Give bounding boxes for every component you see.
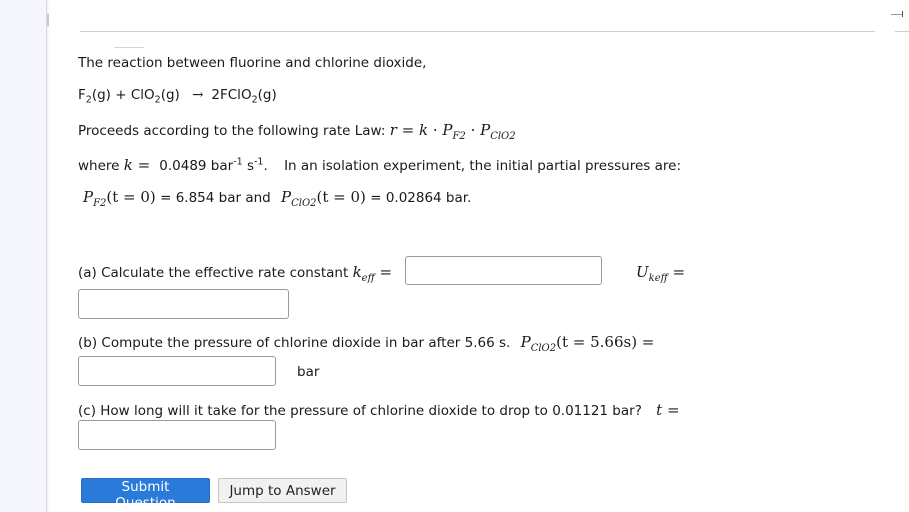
math-p: P <box>520 333 531 351</box>
left-gutter-panel <box>0 0 47 512</box>
rate-constant-line: where k = 0.0489 bar-1 s-1. In an isolat… <box>78 156 681 174</box>
math-k: k <box>418 121 429 139</box>
reactant-f2: F <box>78 87 86 103</box>
corner-marker-tick <box>902 11 903 17</box>
submit-question-button[interactable]: Submit Question <box>81 478 210 511</box>
state: (g) <box>160 87 180 103</box>
k-symbol: k <box>123 156 133 174</box>
rate-law-formula: r = k · PF2 · PClO2 <box>389 121 516 142</box>
pclo2-input[interactable] <box>78 356 276 386</box>
pf2-value: = 6.854 bar and <box>155 190 271 206</box>
panel-resize-handle[interactable] <box>47 14 49 26</box>
math-eq: = <box>396 121 419 139</box>
math-k: k <box>352 263 362 281</box>
isolation-text: In an isolation experiment, the initial … <box>284 158 681 174</box>
math-sub: ClO2 <box>530 343 557 354</box>
top-divider <box>80 31 875 32</box>
reactant-clo2: ClO <box>130 87 155 103</box>
state: (g) <box>91 87 111 103</box>
unit-s: s <box>242 158 254 174</box>
part-a-prompt: (a) Calculate the effective rate constan… <box>78 263 392 284</box>
math-r: r <box>389 121 397 139</box>
small-divider <box>114 47 144 48</box>
pf2-symbol: PF2(t = 0) <box>83 188 156 209</box>
rate-law-line: Proceeds according to the following rate… <box>78 121 516 142</box>
initial-pressures-line: PF2(t = 0) = 6.854 bar and PClO2(t = 0) … <box>83 188 471 209</box>
math-sub: ClO2 <box>490 131 516 142</box>
product-fclo2: 2FClO <box>211 87 252 103</box>
math-sub: eff <box>361 273 375 284</box>
ukeff-input[interactable] <box>78 289 289 319</box>
reaction-equation: F2(g) + ClO2(g) → 2FClO2(g) <box>78 87 277 106</box>
keff-input[interactable] <box>405 256 602 285</box>
ukeff-label: Ukeff = <box>636 263 685 284</box>
reaction-arrow-icon: → <box>192 87 204 103</box>
math-arg: (t = 0) <box>106 188 156 206</box>
math-sub: ClO2 <box>291 198 317 209</box>
state: (g) <box>257 87 277 103</box>
jump-to-answer-button[interactable]: Jump to Answer <box>218 478 347 503</box>
math-u: U <box>636 263 649 281</box>
math-eq: = <box>374 263 393 281</box>
where-text: where <box>78 158 120 174</box>
rate-law-text: Proceeds according to the following rate… <box>78 123 386 139</box>
part-c-text: (c) How long will it take for the pressu… <box>78 403 642 419</box>
math-p: P <box>281 188 292 206</box>
math-sub: F2 <box>452 131 466 142</box>
math-arg: (t = 0) <box>316 188 366 206</box>
math-p: P <box>442 121 453 139</box>
part-b-prompt: (b) Compute the pressure of chlorine dio… <box>78 333 654 354</box>
math-p: P <box>480 121 491 139</box>
math-eq: = <box>667 263 686 281</box>
math-p: P <box>83 188 94 206</box>
pclo2-symbol: PClO2(t = 0) <box>281 188 366 209</box>
t-symbol: t = <box>656 401 679 419</box>
top-divider-right <box>895 31 909 32</box>
k-value: 0.0489 bar <box>159 158 234 174</box>
ukeff-symbol: Ukeff = <box>636 263 686 284</box>
intro-text: The reaction between fluorine and chlori… <box>78 55 427 71</box>
unit-exponent: -1 <box>233 156 243 168</box>
part-a-text: (a) Calculate the effective rate constan… <box>78 265 349 281</box>
period: . <box>263 158 268 174</box>
part-c-prompt: (c) How long will it take for the pressu… <box>78 401 680 419</box>
part-b-text: (b) Compute the pressure of chlorine dio… <box>78 335 511 351</box>
plus-sign: + <box>110 87 131 103</box>
keff-symbol: keff = <box>352 263 393 284</box>
time-input[interactable] <box>78 420 276 450</box>
math-sub: F2 <box>93 198 107 209</box>
k-equals: = <box>132 156 155 174</box>
math-dot: · <box>428 121 443 139</box>
pclo2-value: = 0.02864 bar. <box>365 190 472 206</box>
math-sub: keff <box>648 273 668 284</box>
pclo2-t-symbol: PClO2(t = 5.66s) = <box>520 333 655 354</box>
math-arg: (t = 5.66s) = <box>556 333 655 351</box>
bar-unit-label: bar <box>297 364 320 380</box>
math-dot: · <box>465 121 481 139</box>
math-eq: = <box>662 401 680 419</box>
